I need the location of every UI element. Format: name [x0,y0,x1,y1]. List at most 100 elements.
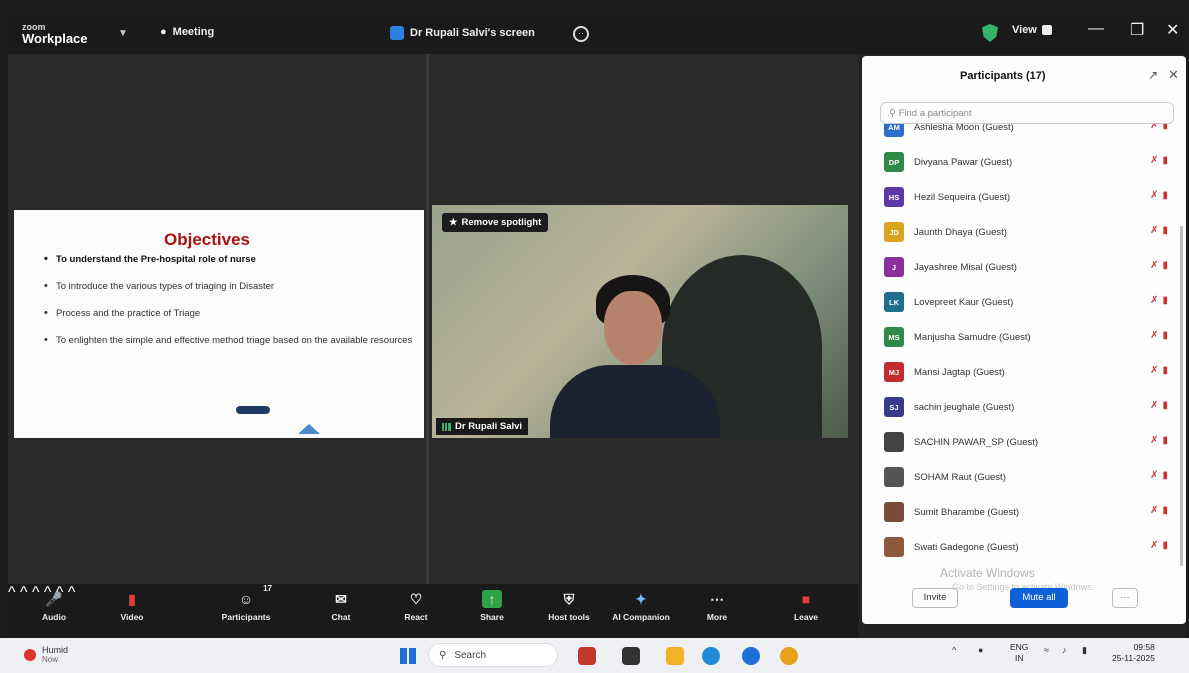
minimize-icon[interactable]: — [1088,20,1104,38]
participant-mic-video-icons: ✗▮ [1150,435,1172,446]
participant-avatar: AM [884,124,904,137]
maximize-icon[interactable]: ❐ [1130,20,1144,40]
windows-start-icon[interactable] [400,648,416,664]
edge-browser-icon[interactable] [702,647,720,665]
remove-spotlight-button[interactable]: ★ Remove spotlight [442,213,549,232]
chevron-down-icon[interactable]: ▼ [118,28,128,39]
ai-companion-button[interactable]: ✦ AI Companion [606,590,676,623]
video-caret-icon[interactable]: ^ [20,584,28,601]
share-button[interactable]: ↑ Share [474,590,510,622]
file-explorer-icon[interactable] [666,647,684,665]
participant-mic-video-icons: ✗▮ [1150,260,1172,271]
app-icon[interactable] [622,647,640,665]
leave-button[interactable]: ■ Leave [788,590,824,622]
wifi-icon[interactable]: ≈ [1044,645,1049,655]
participant-row[interactable]: LK Lovepreet Kaur (Guest) ✗▮ [880,289,1174,315]
chat-button[interactable]: ✉ Chat [326,590,356,623]
lang-line2: IN [1014,653,1024,663]
meeting-stage: Objectives To understand the Pre-hospita… [8,54,858,584]
participant-row[interactable]: HS Hezil Sequeira (Guest) ✗▮ [880,184,1174,210]
more-options-icon[interactable]: ·· [573,26,589,42]
more-options-button[interactable]: ··· [1112,588,1138,608]
view-icon [1041,25,1052,35]
participant-avatar [884,432,904,452]
sparkle-icon: ✦ [635,590,647,607]
participant-row[interactable]: J Jayashree Misal (Guest) ✗▮ [880,254,1174,280]
shared-slide: Objectives To understand the Pre-hospita… [14,210,424,438]
video-name: Dr Rupali Salvi [455,421,523,432]
tray-chevron-icon[interactable]: ^ [952,645,956,655]
zoom-window: zoom Workplace ▼ ● Meeting Dr Rupali Sal… [8,14,1186,638]
participant-row[interactable]: SOHAM Raut (Guest) ✗▮ [880,464,1174,490]
pin-icon: ★ [449,217,458,228]
participant-search-input[interactable]: ⚲ Find a participant [880,102,1174,124]
participant-mic-video-icons: ✗▮ [1150,225,1172,236]
participant-row[interactable]: MS Manjusha Samudre (Guest) ✗▮ [880,324,1174,350]
view-button[interactable]: View [1012,24,1052,36]
panel-close-icon[interactable]: ✕ [1168,67,1179,83]
audio-button[interactable]: 🎤 Audio [36,590,72,623]
react-label: React [404,612,428,622]
participant-row[interactable]: Swati Gadegone (Guest) ✗▮ [880,534,1174,560]
weather-sub: Now [42,655,59,664]
volume-icon[interactable]: ♪ [1062,645,1067,655]
close-icon[interactable]: ✕ [1166,20,1179,40]
stage-divider[interactable] [426,54,429,584]
windows-taskbar: Humid Now ⚲ Search ^ ● ENG IN ≈ ♪ ▮ 09:5… [0,638,1189,673]
participants-label: Participants [221,612,271,622]
participant-scrollbar[interactable] [1180,226,1183,566]
participant-row[interactable]: SJ sachin jeughale (Guest) ✗▮ [880,394,1174,420]
participant-mic-video-icons: ✗▮ [1150,470,1172,481]
video-button[interactable]: ▮ Video [114,590,150,623]
participants-button[interactable]: ☺ 17 Participants [216,584,276,622]
meeting-menu[interactable]: ● Meeting [160,26,214,38]
participant-name: sachin jeughale (Guest) [914,401,1015,413]
battery-icon[interactable]: ▮ [1082,645,1087,656]
calendar-app-icon[interactable] [578,647,596,665]
invite-button[interactable]: Invite [912,588,958,608]
language-indicator[interactable]: ENG IN [1010,642,1028,664]
participant-row[interactable]: Sumit Bharambe (Guest) ✗▮ [880,499,1174,525]
zoom-logo: zoom Workplace [22,22,88,46]
participant-row[interactable]: AM Ashlesha Moon (Guest) ✗▮ [880,124,1174,140]
taskbar-search[interactable]: ⚲ Search [428,643,558,667]
meeting-toolbar: 🎤 Audio ^ ▮ Video ^ ☺ 17 Participants ^ ✉… [8,584,858,638]
mute-all-button[interactable]: Mute all [1010,588,1068,608]
security-shield-icon[interactable] [982,24,998,42]
video-person-face [604,291,662,365]
network-app-icon[interactable]: ● [978,645,983,655]
clock-date: 25-11-2025 [1112,653,1155,663]
participant-row[interactable]: DP Divyana Pawar (Guest) ✗▮ [880,149,1174,175]
participant-avatar: LK [884,292,904,312]
video-person-body [550,365,720,438]
react-button[interactable]: ♡ React [398,590,434,623]
participant-row[interactable]: JD Jaunth Dhaya (Guest) ✗▮ [880,219,1174,245]
host-tools-button[interactable]: ⛨ Host tools [542,590,596,623]
participant-avatar: DP [884,152,904,172]
weather-widget[interactable]: Humid Now [24,646,68,664]
leave-icon: ■ [801,591,811,607]
screen-share-label[interactable]: Dr Rupali Salvi's screen [390,26,535,40]
clock[interactable]: 09:58 25-11-2025 [1112,642,1155,664]
audio-caret-icon[interactable]: ^ [8,584,16,601]
participant-avatar: HS [884,187,904,207]
popout-icon[interactable]: ↗ [1148,68,1158,82]
heart-icon: ♡ [409,590,423,607]
participant-avatar [884,502,904,522]
title-bar: zoom Workplace ▼ ● Meeting Dr Rupali Sal… [8,14,1186,54]
participant-name: Mansi Jagtap (Guest) [914,366,1005,378]
participant-list: AM Ashlesha Moon (Guest) ✗▮ DP Divyana Pawar… [880,124,1174,574]
participant-name: Ashlesha Moon (Guest) [914,124,1014,133]
video-name-tag: Dr Rupali Salvi [436,418,529,435]
chrome-browser-icon[interactable] [780,647,798,665]
slide-bullet: To introduce the various types of triagi… [44,279,414,294]
participant-row[interactable]: SACHIN PAWAR_SP (Guest) ✗▮ [880,429,1174,455]
more-button[interactable]: ⋯ More [702,590,732,623]
video-label: Video [120,612,144,622]
participant-row[interactable]: MJ Mansi Jagtap (Guest) ✗▮ [880,359,1174,385]
participant-mic-video-icons: ✗▮ [1150,400,1172,411]
audio-label: Audio [41,612,67,622]
zoom-app-icon[interactable] [742,647,760,665]
chat-icon: ✉ [335,590,347,607]
logo-line2: Workplace [22,31,88,46]
